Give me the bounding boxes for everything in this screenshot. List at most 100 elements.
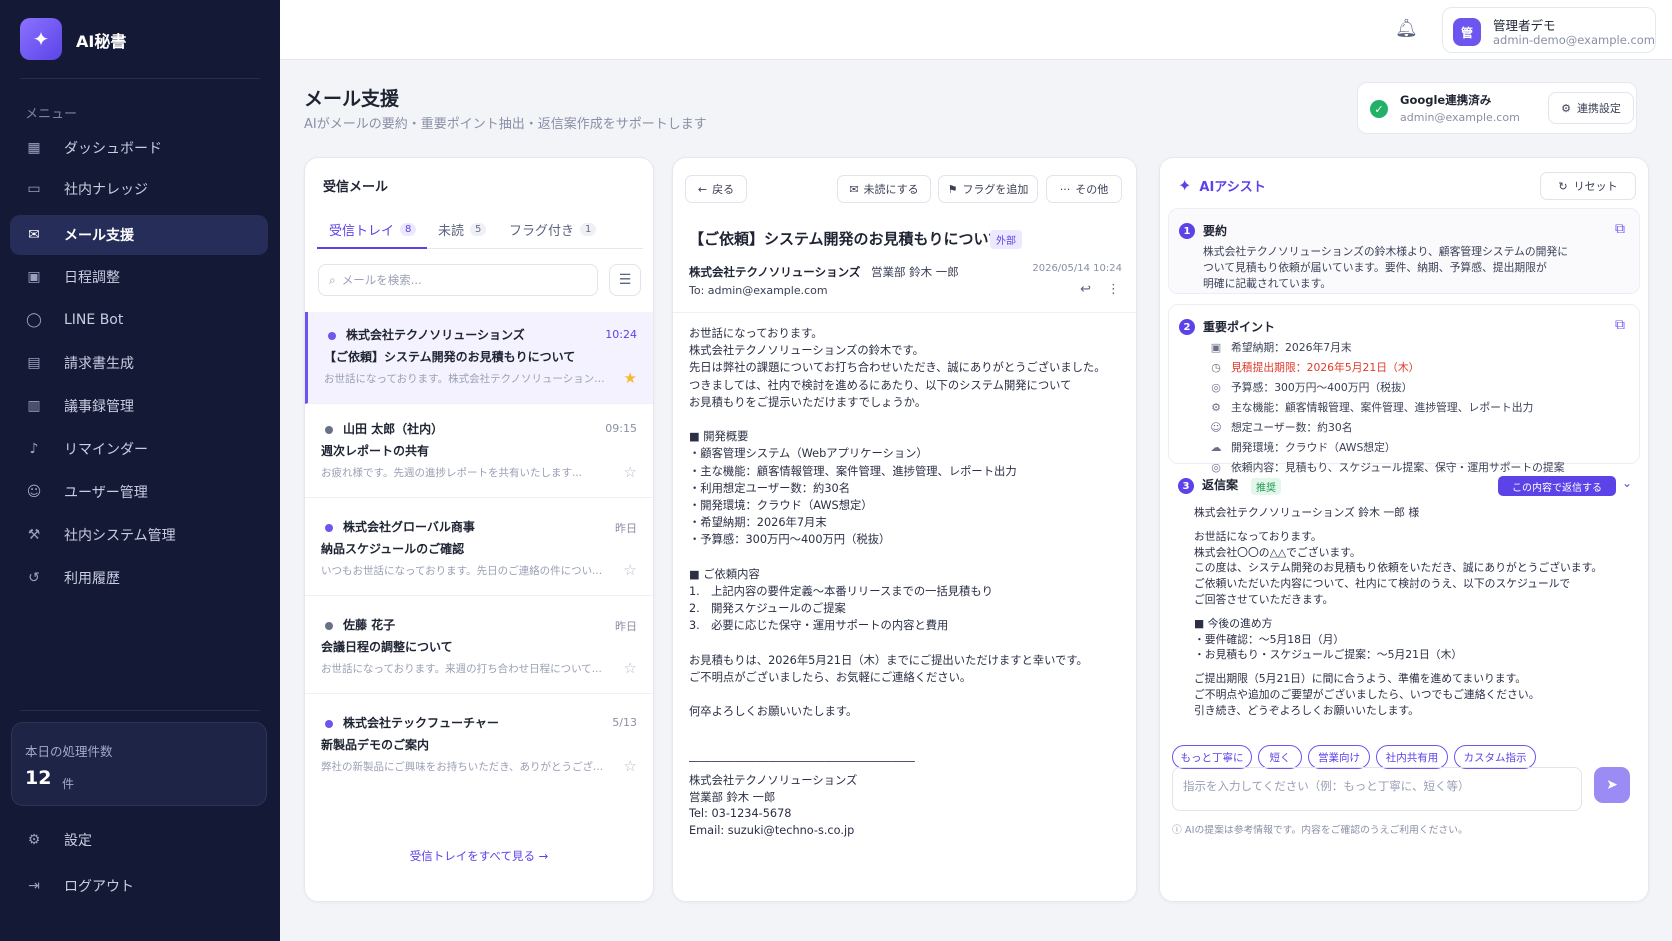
back-button[interactable]: ← 戻る [685, 175, 747, 203]
star-icon[interactable]: ★ [624, 369, 637, 387]
key-point-item: ☺ 想定ユーザー数： 約30名 [1209, 419, 1352, 435]
sparkle-logo-icon: ✦ [20, 18, 62, 60]
sliders-icon: ☰ [618, 272, 632, 288]
today-count-value: 12 [25, 767, 52, 789]
sidebar-item-label: ユーザー管理 [64, 485, 148, 501]
sidebar-item-line-bot[interactable]: ◯ LINE Bot [10, 300, 268, 340]
star-icon[interactable]: ☆ [624, 463, 637, 481]
bell-icon: ♪ [29, 441, 39, 457]
list-item[interactable]: 山田 太郎（社内） 09:15 週次レポートの共有 お疲れ様です。先週の進捗レポ… [305, 406, 653, 498]
settings-button[interactable]: ⚙ 設定 [10, 820, 268, 860]
key-points-section: 2 重要ポイント ⧉ ▣ 希望納期： 2026年7月末 ◷ 見積提出期限： 2026年5月… [1168, 304, 1640, 474]
user-icon: ☺ [1210, 420, 1222, 434]
money-icon: ◎ [1211, 380, 1221, 394]
instruction-input[interactable]: 指示を入力してください（例：もっと丁寧に、短く等） [1172, 767, 1582, 811]
list-item[interactable]: 株式会社テックフューチャー 5/13 新製品デモのご案内 弊社の新製品にご興味を… [305, 700, 653, 792]
see-all-inbox-link[interactable]: 受信トレイをすべて見る → [305, 848, 653, 864]
ai-assist-title-text: AIアシスト [1199, 180, 1266, 195]
step-number: 3 [1178, 478, 1194, 494]
filter-button[interactable]: ☰ [609, 264, 641, 296]
star-icon[interactable]: ☆ [624, 659, 637, 677]
divider [673, 312, 1136, 313]
sidebar-item-label: 社内ナレッジ [64, 182, 148, 198]
sidebar-item-schedule[interactable]: ▣ 日程調整 [10, 257, 268, 297]
reply-line: ご不明点や追加のご要望がございましたら、いつでもご連絡ください。 [1194, 688, 1540, 701]
unread-dot [325, 622, 333, 630]
mail-preview: お世話になっております。来週の打ち合わせ日程について... [321, 663, 602, 675]
mail-sender: 株式会社グローバル商事 [343, 520, 475, 534]
wrench-icon: ⚒ [27, 527, 41, 543]
sidebar-item-label: ダッシュボード [64, 141, 162, 157]
key-point-label: 開発環境： [1231, 441, 1285, 454]
mail-sender-dept: 営業部 鈴木 一郎 [871, 265, 959, 279]
mail-subject: 【ご依頼】システム開発のお見積もりについて [324, 350, 576, 364]
chip-internal[interactable]: 社内共有用 [1376, 745, 1448, 769]
tab-flagged[interactable]: フラグ付き 1 [509, 220, 597, 239]
send-reply-button[interactable]: この内容で返信する [1498, 476, 1616, 496]
sidebar-item-reminder[interactable]: ♪ リマインダー [10, 429, 268, 469]
key-point-label: 見積提出期限： [1231, 361, 1307, 374]
mail-body-line: ・主な機能：顧客情報管理、案件管理、進捗管理、レポート出力 [689, 464, 1017, 478]
tab-unread[interactable]: 未読 5 [438, 220, 487, 239]
search-input[interactable]: ⌕ メールを検索... [318, 264, 598, 296]
mail-body-line: ・希望納期：2026年7月末 [689, 516, 827, 530]
sidebar-item-history[interactable]: ↺ 利用履歴 [10, 558, 268, 598]
star-icon[interactable]: ☆ [624, 757, 637, 775]
page-title: メール支援 [304, 88, 400, 110]
sidebar-item-label: 社内システム管理 [64, 528, 176, 544]
mail-sender: 株式会社テクノソリューションズ [346, 328, 525, 342]
add-flag-button[interactable]: ⚑ フラグを追加 [938, 175, 1038, 203]
mail-time: 5/13 [612, 716, 637, 729]
sidebar-item-minutes[interactable]: ▥ 議事録管理 [10, 386, 268, 426]
logout-button[interactable]: ⇥ ログアウト [10, 866, 268, 906]
reply-line: 引き続き、どうぞよろしくお願いいたします。 [1194, 703, 1419, 717]
star-icon[interactable]: ☆ [624, 561, 637, 579]
logout-icon: ⇥ [28, 878, 40, 894]
user-name: 管理者デモ [1493, 18, 1556, 33]
list-item[interactable]: 佐藤 花子 昨日 会議日程の調整について お世話になっております。来週の打ち合わ… [305, 602, 653, 694]
chip-custom[interactable]: カスタム指示 [1454, 745, 1536, 769]
sidebar-item-dashboard[interactable]: ▦ ダッシュボード [10, 128, 268, 168]
sidebar-item-invoice[interactable]: ▤ 請求書生成 [10, 343, 268, 383]
mail-sender: 株式会社テクノソリューションズ [689, 265, 861, 279]
tab-count: 8 [400, 223, 417, 236]
logout-label: ログアウト [64, 879, 134, 895]
notification-bell-icon[interactable]: 🔔︎ [1395, 18, 1418, 39]
list-item[interactable]: 株式会社テクノソリューションズ 10:24 【ご依頼】システム開発のお見積もりに… [305, 312, 653, 404]
sidebar-item-mail[interactable]: ✉ メール支援 [10, 215, 268, 255]
mail-preview: 弊社の新製品にご興味をお持ちいただき、ありがとうござ... [321, 761, 604, 773]
mark-unread-button[interactable]: ✉ 未読にする [837, 175, 931, 203]
chip-sales[interactable]: 営業向け [1308, 745, 1370, 769]
more-button[interactable]: ··· その他 [1046, 175, 1122, 203]
mail-icon: ✉ [28, 227, 40, 243]
copy-icon[interactable]: ⧉ [1615, 221, 1625, 237]
mail-preview: お疲れ様です。先週の進捗レポートを共有いたします... [321, 467, 582, 479]
app-name: AI秘書 [76, 32, 127, 51]
sidebar-item-system[interactable]: ⚒ 社内システム管理 [10, 515, 268, 555]
send-icon[interactable]: ➤ [1594, 767, 1630, 803]
list-item[interactable]: 株式会社グローバル商事 昨日 納品スケジュールのご確認 いつもお世話になっており… [305, 504, 653, 596]
flag-icon: ⚑ [947, 182, 958, 196]
chevron-down-icon[interactable]: ⌄ [1622, 476, 1632, 490]
reply-line: この度は、システム開発のお見積もり依頼をいただき、誠にありがとうございます。 [1194, 561, 1603, 575]
kebab-menu-icon[interactable]: ⋮ [1107, 282, 1120, 297]
sidebar-item-users[interactable]: ☺ ユーザー管理 [10, 472, 268, 512]
mail-sender: 山田 太郎（社内） [343, 422, 444, 436]
sidebar-item-knowledge[interactable]: ▭ 社内ナレッジ [10, 169, 268, 209]
cloud-icon: ☁ [1210, 440, 1222, 454]
copy-icon[interactable]: ⧉ [1615, 317, 1625, 333]
key-point-value: 2026年5月21日（木） [1306, 361, 1420, 374]
chip-shorter[interactable]: 短く [1258, 745, 1302, 769]
user-menu[interactable]: 管 管理者デモ admin-demo@example.com [1442, 7, 1656, 53]
key-points-title: 重要ポイント [1203, 320, 1276, 334]
reset-button[interactable]: ↻ リセット [1540, 172, 1636, 200]
tab-inbox[interactable]: 受信トレイ 8 [329, 220, 417, 239]
mail-body-line: Tel: 03-1234-5678 [689, 806, 792, 820]
integration-settings-button[interactable]: ⚙ 連携設定 [1548, 92, 1634, 124]
recommended-badge: 推奨 [1251, 478, 1281, 495]
sidebar-item-label: 利用履歴 [64, 571, 120, 587]
reply-icon[interactable]: ↩ [1080, 282, 1091, 297]
mail-time: 09:15 [605, 422, 637, 435]
chip-more-polite[interactable]: もっと丁寧に [1172, 745, 1252, 769]
reset-label: リセット [1573, 180, 1618, 193]
